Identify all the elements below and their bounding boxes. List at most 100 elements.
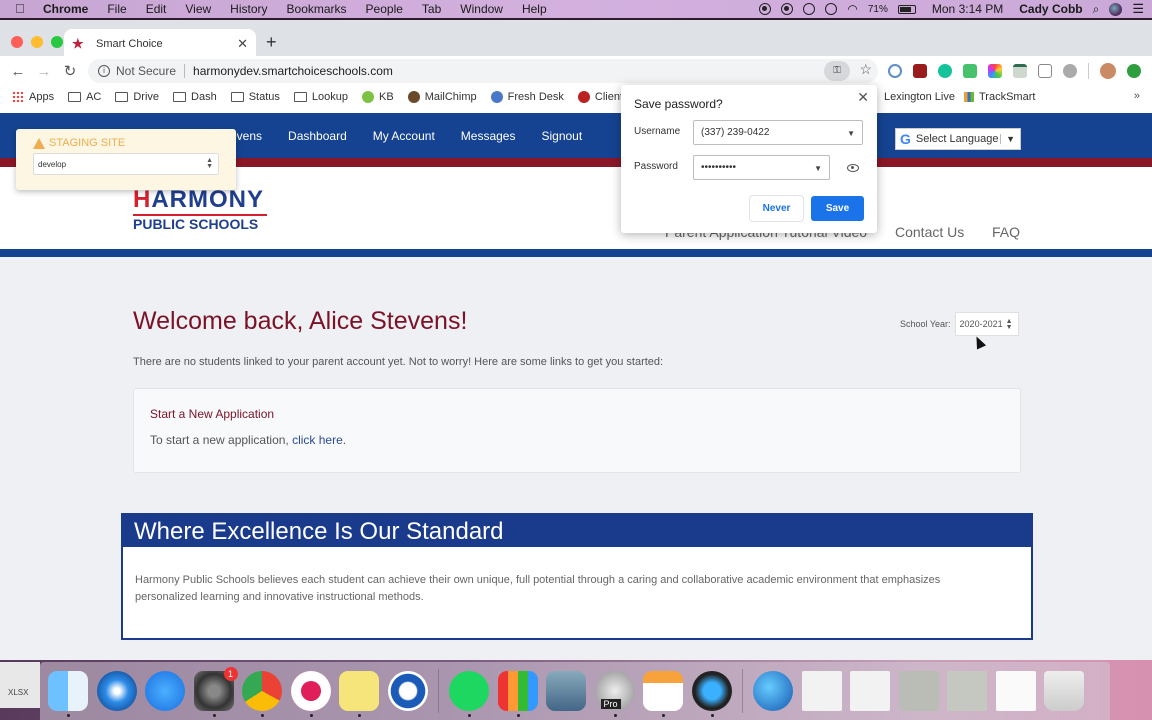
bookmark-lookup[interactable]: Lookup (293, 91, 348, 103)
show-password-eye-icon[interactable] (847, 164, 859, 172)
dock-numbers[interactable] (497, 671, 538, 717)
bookmark-fresh-desk[interactable]: Fresh Desk (490, 91, 564, 103)
onepassword-icon[interactable] (781, 3, 794, 15)
extension-disc-icon[interactable] (1063, 64, 1077, 78)
menu-tab[interactable]: Tab (422, 0, 441, 18)
battery-icon[interactable] (897, 4, 916, 14)
dock-stickies[interactable] (339, 671, 379, 717)
reload-button[interactable]: ↻ (57, 62, 83, 80)
close-window-button[interactable] (11, 36, 23, 48)
dock-spotify[interactable] (449, 671, 489, 717)
extension-bar-icon[interactable] (1013, 64, 1027, 78)
bookmark-kb[interactable]: KB (362, 91, 394, 103)
dock-quicktime[interactable] (691, 671, 732, 717)
info-icon[interactable]: i (98, 65, 110, 77)
school-year-select[interactable]: 2020-2021 ▲ ▼ (954, 312, 1019, 336)
menu-history[interactable]: History (230, 0, 267, 18)
bookmark-mailchimp[interactable]: MailChimp (407, 91, 477, 103)
dock-google-earth-pro[interactable]: Pro (594, 671, 635, 717)
spotlight-icon[interactable]: ⌕ (1093, 2, 1100, 17)
password-field[interactable]: •••••••••• ▼ (693, 155, 830, 180)
minimize-window-button[interactable] (31, 36, 43, 48)
username-field[interactable]: (337) 239-0422 ▼ (693, 120, 863, 145)
dock-app-store[interactable] (145, 671, 185, 711)
menu-app-name[interactable]: Chrome (43, 0, 88, 18)
nav-faq[interactable]: FAQ (992, 224, 1020, 240)
extension-lock-icon[interactable] (888, 64, 902, 78)
bookmark-ac[interactable]: AC (68, 91, 101, 103)
dock-numbers-document-2[interactable] (850, 671, 890, 711)
branch-select[interactable]: develop ▲ ▼ (33, 153, 219, 175)
dock-numbers-document[interactable] (801, 671, 842, 711)
desktop-xlsx-file[interactable]: XLSX (0, 662, 40, 708)
do-not-disturb-icon[interactable] (803, 3, 816, 15)
menu-help[interactable]: Help (522, 0, 547, 18)
siri-icon[interactable] (1109, 2, 1123, 16)
record-icon[interactable] (759, 3, 772, 15)
extension-green-face-icon[interactable] (963, 64, 977, 78)
nav-signout[interactable]: Signout (541, 129, 582, 143)
bookmark-dash[interactable]: Dash (173, 91, 217, 103)
dock-finder[interactable] (48, 671, 88, 717)
extension-grammarly-icon[interactable] (938, 64, 952, 78)
close-dialog-icon[interactable]: ✕ (857, 89, 869, 106)
harmony-logo[interactable]: HARMONY PUBLIC SCHOOLS (133, 187, 273, 232)
not-secure-label[interactable]: Not Secure (116, 64, 186, 78)
url-text[interactable]: harmonydev.smartchoiceschools.com (193, 64, 393, 78)
close-tab-icon[interactable]: ✕ (237, 36, 248, 52)
nav-messages[interactable]: Messages (461, 129, 516, 143)
key-icon[interactable]: ⚿ (824, 61, 850, 81)
menu-view[interactable]: View (185, 0, 211, 18)
new-tab-button[interactable]: + (266, 32, 277, 53)
extension-color-icon[interactable] (988, 64, 1002, 78)
dock-photo-document[interactable] (898, 671, 939, 711)
time-machine-icon[interactable] (825, 3, 838, 15)
dock-slack[interactable] (290, 671, 331, 717)
menu-edit[interactable]: Edit (146, 0, 167, 18)
bookmark-tracksmart[interactable]: TrackSmart (964, 91, 1035, 103)
dock-screenshot[interactable] (995, 671, 1036, 711)
dock-safari[interactable] (96, 671, 137, 711)
extension-ublock-icon[interactable] (913, 64, 927, 78)
user-name[interactable]: Cady Cobb (1019, 2, 1082, 16)
dropdown-arrow-icon[interactable]: ▼ (847, 129, 855, 138)
select-language-dropdown[interactable]: G Select Language ▼ (895, 128, 1021, 150)
extension-layout-icon[interactable] (1038, 64, 1052, 78)
notification-center-icon[interactable]: ☰ (1132, 1, 1144, 17)
dock-photo-document-2[interactable] (947, 671, 987, 711)
apple-icon[interactable]:  (15, 0, 29, 18)
bookmark-star-icon[interactable]: ☆ (859, 61, 872, 78)
dock-1password[interactable] (387, 671, 428, 711)
click-here-link[interactable]: click here (292, 433, 343, 447)
dropdown-arrow-icon[interactable]: ▼ (814, 164, 822, 173)
bookmark-status[interactable]: Status (230, 91, 280, 103)
never-button[interactable]: Never (750, 196, 803, 221)
update-icon[interactable] (1127, 64, 1141, 78)
tab-smart-choice[interactable]: ★ Smart Choice ✕ (64, 29, 256, 58)
profile-avatar[interactable] (1100, 63, 1116, 79)
dock-pages[interactable] (643, 671, 683, 717)
menu-people[interactable]: People (366, 0, 403, 18)
menu-bookmarks[interactable]: Bookmarks (287, 0, 347, 18)
zoom-window-button[interactable] (51, 36, 63, 48)
menu-file[interactable]: File (107, 0, 126, 18)
dock-preview[interactable] (546, 671, 586, 711)
dock-trash[interactable] (1044, 671, 1084, 711)
nav-contact-us[interactable]: Contact Us (895, 224, 964, 240)
menu-window[interactable]: Window (460, 0, 503, 18)
wifi-icon[interactable]: ◠ (847, 2, 857, 16)
more-bookmarks-icon[interactable]: » (1134, 90, 1140, 102)
dock-system-preferences[interactable]: 1 (193, 667, 238, 717)
address-bar[interactable]: i Not Secure harmonydev.smartchoiceschoo… (88, 59, 878, 83)
bookmark-lexington-live[interactable]: Lexington Live (884, 91, 955, 103)
nav-my-account[interactable]: My Account (373, 129, 435, 143)
save-button[interactable]: Save (811, 196, 864, 221)
clock[interactable]: Mon 3:14 PM (932, 2, 1003, 16)
forward-button[interactable]: → (31, 63, 57, 80)
dock-network-globe[interactable] (753, 671, 793, 711)
nav-dashboard[interactable]: Dashboard (288, 129, 347, 143)
bookmark-apps[interactable]: Apps (12, 91, 54, 103)
back-button[interactable]: ← (5, 63, 31, 80)
bookmark-drive[interactable]: Drive (115, 91, 159, 103)
dock-chrome[interactable] (242, 671, 282, 717)
